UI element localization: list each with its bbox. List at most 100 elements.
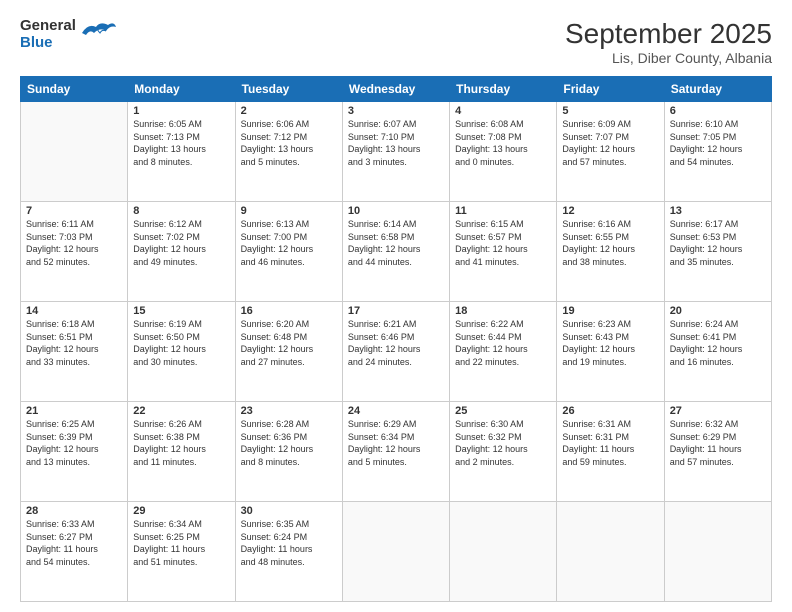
calendar-cell: 29Sunrise: 6:34 AM Sunset: 6:25 PM Dayli… [128,502,235,602]
calendar-cell: 19Sunrise: 6:23 AM Sunset: 6:43 PM Dayli… [557,302,664,402]
col-tuesday: Tuesday [235,77,342,102]
day-info: Sunrise: 6:13 AM Sunset: 7:00 PM Dayligh… [241,218,337,268]
logo-icon [80,19,116,47]
calendar-cell: 8Sunrise: 6:12 AM Sunset: 7:02 PM Daylig… [128,202,235,302]
day-info: Sunrise: 6:07 AM Sunset: 7:10 PM Dayligh… [348,118,444,168]
calendar-cell: 6Sunrise: 6:10 AM Sunset: 7:05 PM Daylig… [664,102,771,202]
day-info: Sunrise: 6:32 AM Sunset: 6:29 PM Dayligh… [670,418,766,468]
day-info: Sunrise: 6:18 AM Sunset: 6:51 PM Dayligh… [26,318,122,368]
day-info: Sunrise: 6:33 AM Sunset: 6:27 PM Dayligh… [26,518,122,568]
day-number: 6 [670,105,766,117]
day-number: 17 [348,305,444,317]
day-number: 11 [455,205,551,217]
day-info: Sunrise: 6:25 AM Sunset: 6:39 PM Dayligh… [26,418,122,468]
calendar-cell [450,502,557,602]
day-info: Sunrise: 6:31 AM Sunset: 6:31 PM Dayligh… [562,418,658,468]
col-wednesday: Wednesday [342,77,449,102]
logo-general: General [20,18,76,35]
day-number: 18 [455,305,551,317]
calendar-cell: 28Sunrise: 6:33 AM Sunset: 6:27 PM Dayli… [21,502,128,602]
logo: General Blue [20,18,116,51]
day-number: 19 [562,305,658,317]
day-number: 21 [26,405,122,417]
day-info: Sunrise: 6:14 AM Sunset: 6:58 PM Dayligh… [348,218,444,268]
day-number: 26 [562,405,658,417]
day-info: Sunrise: 6:28 AM Sunset: 6:36 PM Dayligh… [241,418,337,468]
day-info: Sunrise: 6:06 AM Sunset: 7:12 PM Dayligh… [241,118,337,168]
calendar-table: Sunday Monday Tuesday Wednesday Thursday… [20,76,772,602]
day-info: Sunrise: 6:34 AM Sunset: 6:25 PM Dayligh… [133,518,229,568]
calendar-cell: 27Sunrise: 6:32 AM Sunset: 6:29 PM Dayli… [664,402,771,502]
calendar-week-2: 7Sunrise: 6:11 AM Sunset: 7:03 PM Daylig… [21,202,772,302]
calendar-cell: 21Sunrise: 6:25 AM Sunset: 6:39 PM Dayli… [21,402,128,502]
month-title: September 2025 [565,18,772,50]
calendar-week-4: 21Sunrise: 6:25 AM Sunset: 6:39 PM Dayli… [21,402,772,502]
day-info: Sunrise: 6:20 AM Sunset: 6:48 PM Dayligh… [241,318,337,368]
calendar-week-5: 28Sunrise: 6:33 AM Sunset: 6:27 PM Dayli… [21,502,772,602]
header: General Blue September 2025 Lis, Diber C… [20,18,772,66]
day-number: 20 [670,305,766,317]
calendar-cell: 16Sunrise: 6:20 AM Sunset: 6:48 PM Dayli… [235,302,342,402]
day-info: Sunrise: 6:24 AM Sunset: 6:41 PM Dayligh… [670,318,766,368]
day-number: 25 [455,405,551,417]
day-number: 16 [241,305,337,317]
calendar-cell [342,502,449,602]
day-info: Sunrise: 6:12 AM Sunset: 7:02 PM Dayligh… [133,218,229,268]
day-info: Sunrise: 6:15 AM Sunset: 6:57 PM Dayligh… [455,218,551,268]
calendar-cell: 1Sunrise: 6:05 AM Sunset: 7:13 PM Daylig… [128,102,235,202]
calendar-cell: 25Sunrise: 6:30 AM Sunset: 6:32 PM Dayli… [450,402,557,502]
calendar-cell: 23Sunrise: 6:28 AM Sunset: 6:36 PM Dayli… [235,402,342,502]
day-number: 24 [348,405,444,417]
calendar-cell: 24Sunrise: 6:29 AM Sunset: 6:34 PM Dayli… [342,402,449,502]
calendar-cell: 22Sunrise: 6:26 AM Sunset: 6:38 PM Dayli… [128,402,235,502]
calendar-cell: 11Sunrise: 6:15 AM Sunset: 6:57 PM Dayli… [450,202,557,302]
day-number: 2 [241,105,337,117]
day-info: Sunrise: 6:17 AM Sunset: 6:53 PM Dayligh… [670,218,766,268]
calendar-cell: 20Sunrise: 6:24 AM Sunset: 6:41 PM Dayli… [664,302,771,402]
calendar-cell: 15Sunrise: 6:19 AM Sunset: 6:50 PM Dayli… [128,302,235,402]
calendar-week-3: 14Sunrise: 6:18 AM Sunset: 6:51 PM Dayli… [21,302,772,402]
day-number: 1 [133,105,229,117]
calendar-cell: 3Sunrise: 6:07 AM Sunset: 7:10 PM Daylig… [342,102,449,202]
calendar-week-1: 1Sunrise: 6:05 AM Sunset: 7:13 PM Daylig… [21,102,772,202]
day-number: 10 [348,205,444,217]
calendar-cell: 17Sunrise: 6:21 AM Sunset: 6:46 PM Dayli… [342,302,449,402]
calendar-cell: 4Sunrise: 6:08 AM Sunset: 7:08 PM Daylig… [450,102,557,202]
day-number: 9 [241,205,337,217]
calendar-cell: 13Sunrise: 6:17 AM Sunset: 6:53 PM Dayli… [664,202,771,302]
day-number: 12 [562,205,658,217]
day-info: Sunrise: 6:23 AM Sunset: 6:43 PM Dayligh… [562,318,658,368]
location: Lis, Diber County, Albania [565,50,772,66]
day-info: Sunrise: 6:35 AM Sunset: 6:24 PM Dayligh… [241,518,337,568]
day-number: 5 [562,105,658,117]
title-section: September 2025 Lis, Diber County, Albani… [565,18,772,66]
page: General Blue September 2025 Lis, Diber C… [0,0,792,612]
calendar-cell: 12Sunrise: 6:16 AM Sunset: 6:55 PM Dayli… [557,202,664,302]
day-info: Sunrise: 6:22 AM Sunset: 6:44 PM Dayligh… [455,318,551,368]
day-info: Sunrise: 6:29 AM Sunset: 6:34 PM Dayligh… [348,418,444,468]
col-saturday: Saturday [664,77,771,102]
col-thursday: Thursday [450,77,557,102]
calendar-cell [557,502,664,602]
day-number: 30 [241,505,337,517]
day-info: Sunrise: 6:09 AM Sunset: 7:07 PM Dayligh… [562,118,658,168]
calendar-cell: 9Sunrise: 6:13 AM Sunset: 7:00 PM Daylig… [235,202,342,302]
day-info: Sunrise: 6:21 AM Sunset: 6:46 PM Dayligh… [348,318,444,368]
calendar-cell: 2Sunrise: 6:06 AM Sunset: 7:12 PM Daylig… [235,102,342,202]
day-info: Sunrise: 6:30 AM Sunset: 6:32 PM Dayligh… [455,418,551,468]
day-number: 4 [455,105,551,117]
calendar-cell [664,502,771,602]
day-number: 8 [133,205,229,217]
calendar-cell: 14Sunrise: 6:18 AM Sunset: 6:51 PM Dayli… [21,302,128,402]
day-info: Sunrise: 6:10 AM Sunset: 7:05 PM Dayligh… [670,118,766,168]
calendar-header-row: Sunday Monday Tuesday Wednesday Thursday… [21,77,772,102]
col-sunday: Sunday [21,77,128,102]
calendar-cell: 10Sunrise: 6:14 AM Sunset: 6:58 PM Dayli… [342,202,449,302]
calendar-cell: 18Sunrise: 6:22 AM Sunset: 6:44 PM Dayli… [450,302,557,402]
day-number: 29 [133,505,229,517]
logo-blue: Blue [20,35,76,52]
col-friday: Friday [557,77,664,102]
calendar-cell: 5Sunrise: 6:09 AM Sunset: 7:07 PM Daylig… [557,102,664,202]
calendar-cell: 26Sunrise: 6:31 AM Sunset: 6:31 PM Dayli… [557,402,664,502]
day-number: 23 [241,405,337,417]
